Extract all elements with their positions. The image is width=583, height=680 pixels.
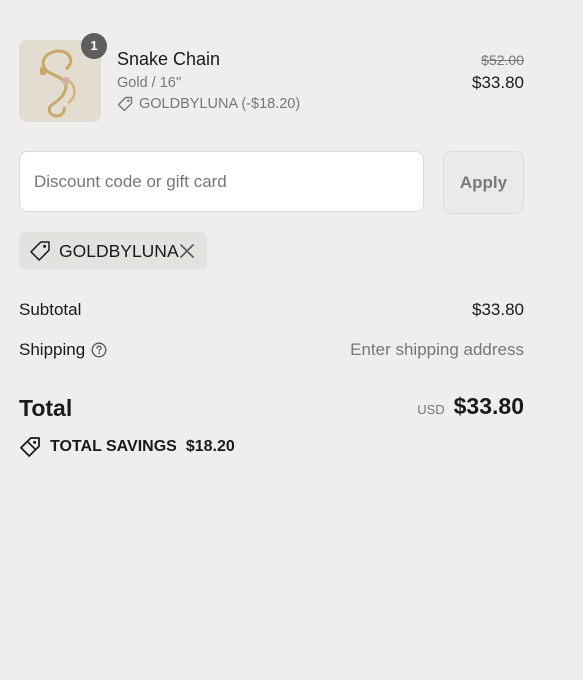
- remove-discount-icon[interactable]: [179, 243, 195, 259]
- product-variant: Gold / 16'': [117, 75, 182, 91]
- total-label: Total: [19, 395, 73, 421]
- applied-discount-code: GOLDBYLUNA: [59, 240, 179, 261]
- savings-label: TOTAL SAVINGS: [50, 438, 177, 455]
- discount-code-input[interactable]: [20, 152, 423, 211]
- currency-code: USD: [417, 402, 445, 417]
- total-value: $33.80: [453, 393, 524, 419]
- line-item: 1 Snake Chain Gold / 16'' GOLDBYLUNA (-$…: [19, 33, 524, 122]
- product-name: Snake Chain: [117, 49, 221, 69]
- total-amount: USD $33.80: [417, 393, 524, 420]
- tag-icon: [117, 96, 133, 112]
- discount-input-wrapper: [19, 151, 424, 212]
- savings-value: $18.20: [185, 438, 235, 455]
- applied-discount-chip: GOLDBYLUNA: [19, 232, 207, 270]
- shipping-value: Enter shipping address: [350, 340, 524, 359]
- tag-icon: [29, 240, 51, 262]
- shipping-label-wrapper: Shipping: [19, 340, 107, 360]
- apply-button[interactable]: Apply: [443, 151, 524, 214]
- subtotal-value: $33.80: [472, 300, 524, 319]
- product-discount-label: GOLDBYLUNA (-$18.20): [139, 96, 301, 112]
- original-price: $52.00: [481, 52, 524, 68]
- shipping-label: Shipping: [19, 340, 86, 359]
- product-discount: GOLDBYLUNA (-$18.20): [117, 96, 300, 112]
- quantity-badge: 1: [81, 33, 107, 59]
- savings-tag-icon: [19, 436, 41, 458]
- final-price: $33.80: [472, 73, 524, 92]
- total-savings: TOTAL SAVINGS $18.20: [19, 436, 235, 458]
- help-icon[interactable]: [91, 342, 107, 358]
- discount-form: Apply: [19, 151, 524, 214]
- subtotal-label: Subtotal: [19, 300, 82, 319]
